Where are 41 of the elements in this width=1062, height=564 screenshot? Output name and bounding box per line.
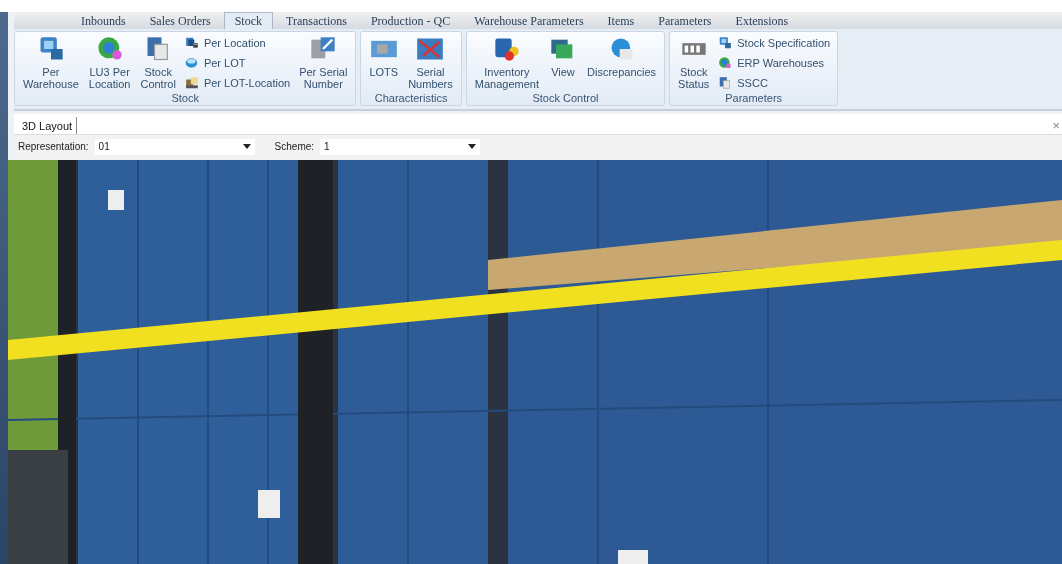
ribbon-button[interactable]: LU3 Per Location (84, 32, 135, 90)
globe-icon (718, 56, 733, 70)
menu-tab[interactable]: Stock (223, 12, 273, 29)
menu-tab[interactable]: Inbounds (70, 12, 137, 29)
caret-icon (468, 144, 477, 149)
menu-tab[interactable]: Transactions (275, 12, 358, 29)
menu-tab[interactable]: Items (596, 12, 646, 29)
menu-tab[interactable]: Extensions (724, 12, 800, 29)
ribbon-button[interactable]: Stock Control (136, 32, 180, 90)
dropdown-field[interactable]: 1 (320, 138, 481, 155)
ribbon-button[interactable]: Per Warehouse (19, 32, 83, 90)
document-stack-icon (718, 76, 733, 90)
ribbon-button[interactable]: Inventory Management (470, 32, 543, 90)
close-button[interactable]: × (1050, 117, 1062, 134)
menu-tab[interactable]: Warehouse Parameters (463, 12, 595, 29)
ribbon-button[interactable]: View (545, 32, 581, 78)
boxes-icon (184, 36, 199, 50)
ribbon-button[interactable]: Per Location (181, 34, 294, 52)
ribbon-button[interactable]: LOTS (365, 32, 403, 78)
ribbon-button[interactable]: Stock Status (674, 32, 714, 90)
ribbon-button[interactable]: Serial Numbers (404, 32, 457, 90)
filter-label: Representation: (18, 141, 89, 152)
group-title: Stock Control (531, 92, 600, 105)
ribbon-button[interactable]: Per LOT-Location (181, 74, 294, 92)
dropdown-field[interactable]: 01 (94, 138, 255, 155)
ribbon-button[interactable]: Per LOT (181, 54, 294, 72)
ribbon-button[interactable]: Discrepancies (583, 32, 661, 78)
ribbon-button[interactable]: Per Serial Number (295, 32, 352, 90)
group-title: Characteristics (373, 92, 449, 105)
ribbon-button[interactable]: Stock Specification (715, 34, 834, 52)
ribbon-button[interactable]: ERP Warehouses (715, 54, 834, 72)
filter-label: Scheme: (274, 141, 315, 152)
caret-icon (242, 144, 251, 149)
ribbon-button[interactable]: SSCC (715, 74, 834, 92)
group-title: Stock (170, 92, 200, 105)
menu-tab[interactable]: Sales Orders (138, 12, 222, 29)
disc-icon (184, 56, 199, 70)
boxes-barcode-icon (184, 76, 199, 90)
menu-tab[interactable]: Production - QC (359, 12, 462, 29)
group-title: Parameters (724, 92, 784, 105)
menu-tab[interactable]: Parameters (647, 12, 723, 29)
